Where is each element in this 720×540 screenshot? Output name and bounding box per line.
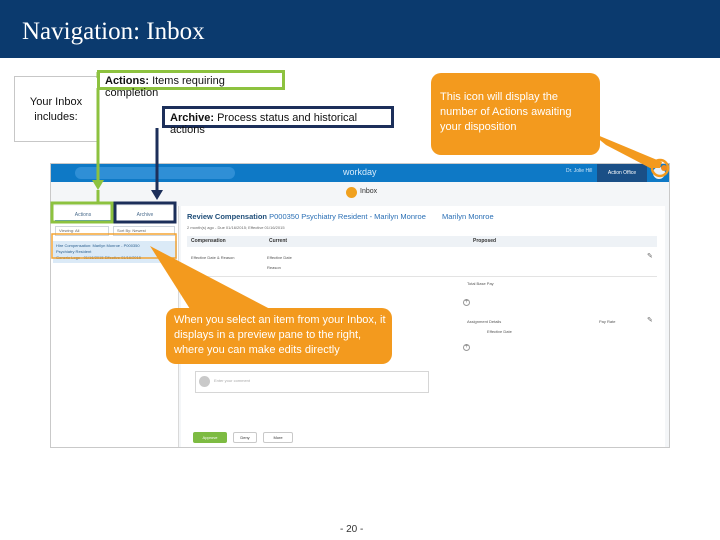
workday-top-bar: workday Dr. Jolie Hill Action Office [51, 164, 669, 182]
action-office-button[interactable]: Action Office [597, 164, 647, 182]
inbox-icon [346, 187, 357, 198]
tab-archive[interactable]: Archive [117, 208, 173, 222]
row-effective-reason: Effective Date & Reason [191, 255, 235, 260]
inbox-title: Inbox [360, 188, 378, 195]
row-total-base-pay: Total Base Pay [467, 281, 494, 286]
detail-title: Review Compensation P000350 Psychiatry R… [187, 212, 494, 221]
col-compensation: Compensation [191, 238, 226, 244]
archive-callout: Archive: Process status and historical a… [162, 106, 394, 136]
comment-placeholder: Enter your comment [214, 378, 251, 383]
edit-icon[interactable]: ✎ [647, 253, 654, 260]
row-effective-date: Effective Date [267, 255, 292, 260]
add-icon[interactable]: + [463, 299, 470, 306]
detail-title-label: Review Compensation [187, 212, 268, 221]
list-item-meta: Generic Logo - 01/16/2015 Effective 01/1… [56, 255, 142, 260]
tab-actions[interactable]: Actions [55, 208, 111, 222]
more-button[interactable]: More [263, 432, 293, 443]
list-item[interactable]: Hire Compensation: Marilyn Monroe - P000… [53, 241, 177, 263]
search-input[interactable] [75, 167, 235, 179]
includes-callout: Your Inbox includes: [14, 76, 98, 142]
viewing-filter[interactable]: Viewing: All [55, 226, 109, 236]
icon-note-callout: This icon will display the number of Act… [431, 73, 600, 155]
col-proposed: Proposed [473, 238, 497, 244]
title-bar: Navigation: Inbox [0, 0, 720, 58]
workday-logo: workday [343, 167, 377, 177]
user-name[interactable]: Dr. Jolie Hill [566, 168, 592, 174]
preview-note-callout: When you select an item from your Inbox,… [166, 308, 392, 364]
workday-screenshot: workday Dr. Jolie Hill Action Office Inb… [50, 163, 670, 448]
approve-button[interactable]: Approve [193, 432, 227, 443]
archive-label: Archive: [170, 112, 215, 124]
page-title: Navigation: Inbox [22, 18, 205, 45]
avatar [199, 376, 210, 387]
actions-callout: Actions: Items requiring completion [97, 70, 285, 99]
row-pay-rate: Pay Rate [599, 319, 616, 324]
inbox-badge-icon[interactable] [653, 165, 667, 179]
sort-filter[interactable]: Sort By: Newest [113, 226, 175, 236]
detail-subtitle: 2 month(s) ago - Due 01/16/2015; Effecti… [187, 225, 285, 230]
col-current: Current [269, 238, 288, 244]
page-number: - 20 - [340, 524, 364, 535]
row-assignment-details: Assignment Details [467, 319, 502, 324]
edit-icon[interactable]: ✎ [647, 317, 654, 324]
actions-label: Actions: [105, 75, 149, 87]
detail-person-link[interactable]: Marilyn Monroe [442, 212, 494, 221]
compensation-header: Compensation Current Proposed [187, 236, 657, 247]
add-icon[interactable]: + [463, 344, 470, 351]
row-reason: Reason [267, 265, 281, 270]
detail-position-link[interactable]: P000350 Psychiatry Resident - Marilyn Mo… [269, 212, 426, 221]
divider [187, 276, 657, 277]
inbox-list-pane: Actions Archive Viewing: All Sort By: Ne… [51, 206, 179, 447]
row-proposed-effective-date: Effective Date [487, 329, 512, 334]
deny-button[interactable]: Deny [233, 432, 257, 443]
